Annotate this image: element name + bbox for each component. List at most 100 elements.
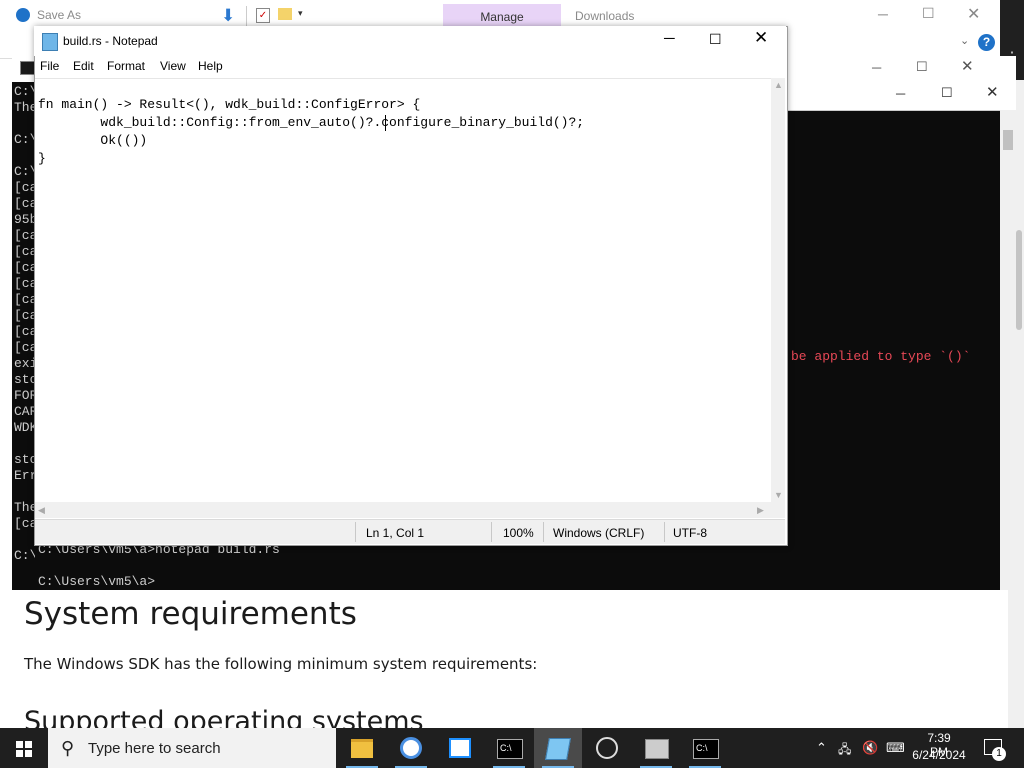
console-close-button[interactable]: ✕ (961, 57, 974, 75)
save-as-maximize-button[interactable]: ☐ (922, 5, 935, 22)
new-folder-icon[interactable] (278, 8, 292, 20)
console-line: WDK (14, 420, 35, 435)
properties-check-icon[interactable]: ✓ (256, 8, 270, 23)
console-prompt[interactable]: C:\Users\vm5\a> (38, 574, 155, 589)
quick-access-dropdown-icon[interactable]: ▾ (298, 8, 303, 19)
console-line: [ca (14, 292, 35, 307)
code-line: Ok(()) (38, 133, 148, 148)
console-line: sto (14, 452, 35, 467)
obs-icon (596, 737, 618, 759)
network-icon[interactable]: 🖧 (838, 740, 851, 761)
notepad-vertical-scrollbar[interactable] (771, 78, 785, 502)
text-cursor (385, 115, 386, 131)
command-prompt-icon: C:\ (497, 739, 523, 759)
scroll-up-icon[interactable]: ▲ (774, 80, 783, 90)
console-line: C:\ (14, 548, 35, 563)
status-zoom: 100% (503, 526, 534, 540)
notepad-horizontal-scrollbar[interactable] (35, 502, 771, 518)
console-2-maximize-button[interactable]: ☐ (941, 85, 953, 101)
scrollbar-corner (771, 502, 785, 518)
console-2-close-button[interactable]: ✕ (986, 83, 999, 101)
store-icon (449, 738, 471, 758)
notepad-maximize-button[interactable]: ☐ (709, 31, 722, 48)
ribbon-expand-chevron-icon[interactable]: ⌄ (960, 34, 969, 47)
status-encoding: UTF-8 (673, 526, 707, 540)
console-minimize-button[interactable]: ─ (872, 60, 881, 75)
save-as-close-button[interactable]: ✕ (967, 4, 980, 24)
console-line: C:\ (14, 132, 35, 147)
menu-view[interactable]: View (160, 59, 186, 73)
volume-muted-icon[interactable]: 🔇 (862, 740, 878, 756)
scroll-left-icon[interactable]: ◀ (38, 505, 45, 516)
scroll-right-icon[interactable]: ▶ (757, 505, 764, 516)
menu-format[interactable]: Format (107, 59, 145, 73)
show-hidden-icons-chevron-icon[interactable]: ⌃ (816, 740, 827, 756)
web-paragraph: The Windows SDK has the following minimu… (24, 655, 538, 673)
photos-icon (645, 739, 669, 759)
console-window-2[interactable] (784, 80, 1016, 590)
console-line: [ca (14, 180, 35, 195)
console-line: exi (14, 356, 35, 371)
web-subheading: Supported operating systems (24, 706, 424, 728)
scroll-down-icon[interactable]: ▼ (774, 490, 783, 500)
command-prompt-icon: C:\ (693, 739, 719, 759)
console-line: FOR (14, 388, 35, 403)
console-line: [ca (14, 324, 35, 339)
clock-date[interactable]: 6/24/2024 (910, 748, 968, 762)
console-line: The (14, 100, 35, 115)
windows-logo-icon (25, 750, 32, 757)
download-arrow-icon[interactable]: ⬇ (221, 6, 235, 26)
console-line: [ca (14, 244, 35, 259)
notepad-title: build.rs - Notepad (63, 34, 158, 48)
status-line-ending: Windows (CRLF) (553, 526, 645, 540)
windows-logo-icon (25, 741, 32, 748)
console-2-minimize-button[interactable]: ─ (896, 86, 905, 101)
console-2-scrollbar[interactable] (1000, 110, 1016, 590)
console-line: C:\ (14, 84, 35, 99)
save-as-minimize-button[interactable]: ─ (878, 6, 888, 22)
console-line: [ca (14, 276, 35, 291)
menu-help[interactable]: Help (198, 59, 223, 73)
console-line: [ca (14, 196, 35, 211)
save-as-title: Save As (37, 8, 82, 22)
search-icon: ⚲ (61, 738, 75, 758)
search-placeholder[interactable]: Type here to search (88, 740, 221, 757)
console-line: CAR (14, 404, 35, 419)
language-icon[interactable]: ⌨ (886, 740, 905, 756)
help-icon[interactable]: ? (978, 34, 995, 51)
manage-tab-label[interactable]: Manage (443, 10, 561, 24)
toolbar-divider (246, 6, 247, 26)
notepad-icon (42, 33, 58, 51)
console-line: [ca (14, 260, 35, 275)
notepad-close-button[interactable]: ✕ (754, 28, 768, 48)
status-divider (664, 522, 665, 542)
status-divider (355, 522, 356, 542)
chrome-icon (400, 737, 422, 759)
console-2-scrollbar-thumb[interactable] (1003, 130, 1013, 150)
web-heading: System requirements (24, 596, 357, 632)
windows-logo-icon (16, 741, 23, 748)
console-line: 95b (14, 212, 35, 227)
console-output: C:\The C:\ C:\[ca[ca95b[ca[ca[ca[ca[ca[c… (14, 84, 35, 564)
console-line: C:\ (14, 164, 35, 179)
notification-badge: 1 (992, 747, 1006, 761)
downloads-label: Downloads (575, 9, 635, 23)
console-maximize-button[interactable]: ☐ (916, 59, 928, 75)
notepad-icon (545, 738, 571, 760)
notepad-menubar (35, 56, 785, 78)
console-line: The (14, 500, 35, 515)
notepad-minimize-button[interactable]: ─ (664, 30, 675, 47)
menu-edit[interactable]: Edit (73, 59, 94, 73)
status-position: Ln 1, Col 1 (366, 526, 425, 540)
start-button[interactable] (0, 728, 48, 768)
web-scrollbar-thumb[interactable] (1016, 230, 1022, 330)
code-line: wdk_build::Config::from_env_auto()?.conf… (38, 115, 585, 130)
console-line: [ca (14, 340, 35, 355)
menu-file[interactable]: File (40, 59, 59, 73)
console-line: sto (14, 372, 35, 387)
notepad-code[interactable]: fn main() -> Result<(), wdk_build::Confi… (38, 96, 584, 168)
